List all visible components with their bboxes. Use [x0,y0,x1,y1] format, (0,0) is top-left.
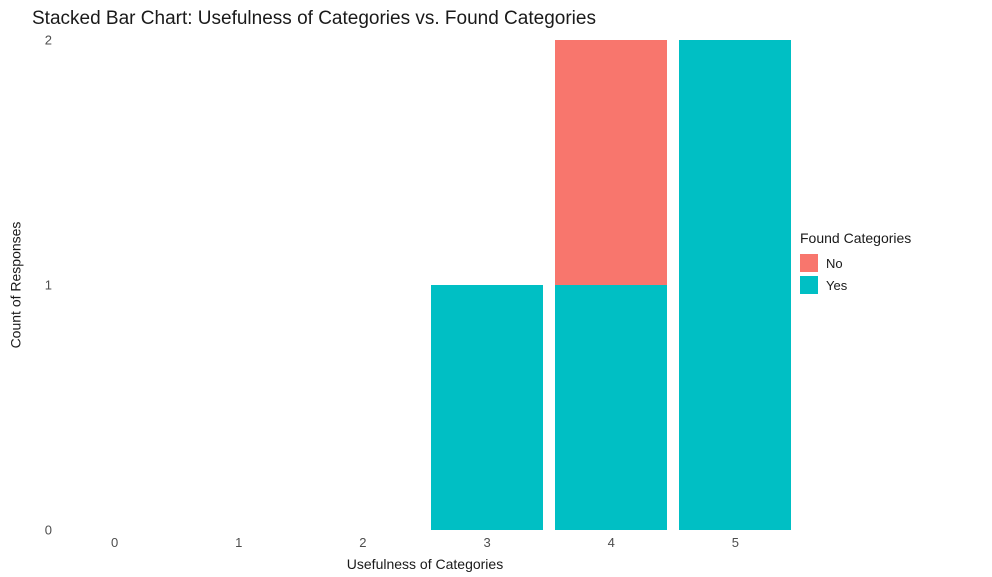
bars-layer [65,40,785,530]
legend: Found Categories No Yes [800,230,980,298]
legend-items: No Yes [800,254,980,294]
x-tick-label: 0 [111,535,118,550]
x-tick-label: 5 [732,535,739,550]
legend-title: Found Categories [800,230,980,246]
legend-swatch [800,276,818,294]
x-tick-label: 4 [608,535,615,550]
legend-item: Yes [800,276,980,294]
x-axis-labels: 0 1 2 3 4 5 [65,535,785,555]
bar-segment [679,40,791,530]
chart-container: Stacked Bar Chart: Usefulness of Categor… [0,0,992,577]
chart-title: Stacked Bar Chart: Usefulness of Categor… [32,8,596,30]
x-tick-label: 2 [359,535,366,550]
y-axis-title-text: Count of Responses [7,222,23,349]
plot-panel [65,40,785,530]
legend-swatch [800,254,818,272]
legend-label: No [826,256,843,271]
bar-segment [555,285,667,530]
x-tick-label: 1 [235,535,242,550]
legend-item: No [800,254,980,272]
bar-segment [431,285,543,530]
legend-label: Yes [826,278,847,293]
x-tick-label: 3 [483,535,490,550]
y-axis-title: Count of Responses [6,40,24,530]
x-axis-title: Usefulness of Categories [65,556,785,572]
bar-segment [555,40,667,285]
